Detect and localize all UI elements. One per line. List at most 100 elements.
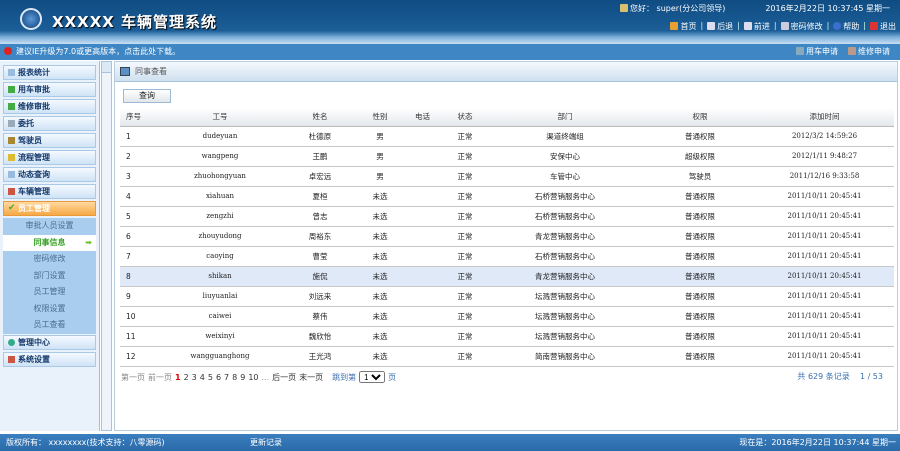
next-page-link[interactable]: 后一页 — [272, 372, 296, 383]
menu-vehicle-management[interactable]: 车辆管理 — [3, 184, 96, 199]
edit-table-icon — [120, 67, 130, 76]
column-header: 状态 — [445, 108, 485, 127]
table-row[interactable]: 1 dudeyuan 杜德原男 正常 渠道终端组 普通权限 2012/3/2 14:59:2… — [120, 126, 894, 147]
page-link[interactable]: 7 — [224, 373, 229, 382]
menu-system-settings[interactable]: 系统设置 — [3, 351, 96, 367]
page-link[interactable]: 1 — [175, 373, 181, 382]
prev-page-link[interactable]: 前一页 — [148, 372, 172, 383]
table-cell: 1 — [120, 126, 160, 147]
menu-drivers[interactable]: 驾驶员 — [3, 133, 96, 148]
vehicle-request-link[interactable]: 用车申请 — [796, 44, 838, 60]
page-link[interactable]: 9 — [240, 373, 245, 382]
table-cell: 正常 — [445, 326, 485, 347]
last-page-link[interactable]: 末一页 — [299, 372, 323, 383]
copyright: 版权所有： xxxxxxxx(技术支持：八零源码) — [6, 438, 165, 447]
table-row[interactable]: 11 weixinyi 魏欣怡 未选 正常 坛溅营销服务中心 普通权限 2011/10/11 … — [120, 326, 894, 347]
page-select[interactable]: 1 — [359, 371, 386, 383]
nav-logout[interactable]: 退出 — [870, 21, 896, 32]
table-cell: 未选 — [360, 226, 400, 247]
table-row[interactable]: 7 caoying 曹莹 未选 正常 石桥营销服务中心 普通权限 2011/10/11 20:… — [120, 246, 894, 267]
table-cell: wangguanghong — [160, 346, 280, 367]
table-cell: 石桥营销服务中心 — [485, 186, 645, 207]
table-cell — [400, 306, 445, 327]
table-cell: 正常 — [445, 226, 485, 247]
collapse-button[interactable] — [102, 62, 111, 73]
forward-icon — [743, 22, 752, 30]
query-button[interactable]: 查询 — [123, 89, 171, 103]
header-datetime: 2016年2月22日 10:37:45 星期一 — [765, 4, 890, 13]
page-link[interactable]: 5 — [208, 373, 213, 382]
submenu-colleague-info[interactable]: 同事信息 — [3, 234, 96, 251]
submenu-departments[interactable]: 部门设置 — [3, 268, 96, 285]
table-row[interactable]: 2 wangpeng 王鹏男 正常 安保中心 超级权限 2012/1/11 9:48:27 — [120, 146, 894, 167]
column-header: 电话 — [400, 108, 445, 127]
page-link[interactable]: 3 — [192, 373, 197, 382]
table-cell — [400, 326, 445, 347]
submenu-password[interactable]: 密码修改 — [3, 251, 96, 268]
table-cell: caoying — [160, 246, 280, 267]
table-cell: 2011/12/16 9:33:58 — [755, 166, 894, 187]
table-cell: 普通权限 — [645, 246, 755, 267]
menu-admin-center[interactable]: 管理中心 — [3, 334, 96, 350]
table-cell: 3 — [120, 166, 160, 187]
nav-back[interactable]: 后退 — [707, 21, 733, 32]
car-icon — [796, 47, 804, 55]
table-cell: 7 — [120, 246, 160, 267]
column-header: 性别 — [360, 108, 400, 127]
first-page-link[interactable]: 第一页 — [121, 372, 145, 383]
table-row[interactable]: 3 zhuohongyuan 卓宏远男 正常 车管中心 驾驶员 2011/12/16 9:3… — [120, 166, 894, 187]
table-row[interactable]: 6 zhouyudong 周裕东 未选 正常 青龙营销服务中心 普通权限 2011/10/11… — [120, 226, 894, 247]
menu-staff-management[interactable]: ✔ 员工管理 — [3, 201, 96, 216]
table-row[interactable]: 4 xiahuan 夏桓 未选 正常 石桥营销服务中心 普通权限 2011/10/11 20:… — [120, 186, 894, 207]
notice-bar: 建议IE升级为7.0或更高版本，点击此处下载。 用车申请 维修申请 — [0, 44, 900, 60]
help-icon — [833, 22, 842, 30]
menu-dynamic-query[interactable]: 动态查询 — [3, 167, 96, 182]
nav-home[interactable]: 首页 — [670, 21, 696, 32]
menu-process[interactable]: 流程管理 — [3, 150, 96, 165]
table-row[interactable]: 12 wangguanghong 王光鸿 未选 正常 简南营销服务中心 普通权限 2011/1… — [120, 346, 894, 367]
table-cell — [400, 186, 445, 207]
nav-forward[interactable]: 前进 — [743, 21, 770, 32]
upgrade-notice-link[interactable]: 建议IE升级为7.0或更高版本，点击此处下载。 — [16, 47, 180, 56]
table-cell: 正常 — [445, 206, 485, 227]
table-cell: 未选 — [360, 286, 400, 307]
table-row[interactable]: 8 shikan 施侃 未选 正常 青龙营销服务中心 普通权限 2011/10/11 20:4… — [120, 266, 894, 287]
table-cell: 未选 — [360, 346, 400, 367]
table-cell: 未选 — [360, 246, 400, 267]
page-link[interactable]: 6 — [216, 373, 221, 382]
sidebar-collapse-strip[interactable] — [101, 61, 112, 431]
table-cell: 4 — [120, 186, 160, 207]
nav-change-password[interactable]: 密码修改 — [780, 21, 823, 32]
submenu-staff-view[interactable]: 员工查看 — [3, 317, 96, 334]
page-link[interactable]: 4 — [200, 373, 205, 382]
repair-request-link[interactable]: 维修申请 — [848, 44, 890, 60]
page-link[interactable]: 10 — [248, 373, 258, 382]
changelog-link[interactable]: 更新记录 — [250, 434, 282, 451]
tools-icon — [8, 188, 15, 195]
nav-help[interactable]: 帮助 — [833, 21, 859, 32]
menu-repair-approval[interactable]: 维修审批 — [3, 99, 96, 114]
table-cell: 2011/10/11 20:45:41 — [755, 326, 894, 347]
table-cell: 2011/10/11 20:45:41 — [755, 246, 894, 267]
menu-report-stats[interactable]: 报表统计 — [3, 65, 96, 80]
table-row[interactable]: 5 zengzhi 曾志 未选 正常 石桥营销服务中心 普通权限 2011/10/11 20:… — [120, 206, 894, 227]
home-icon — [670, 22, 679, 30]
table-cell: 刘远来 — [280, 286, 360, 307]
page-link[interactable]: 2 — [184, 373, 189, 382]
submenu-approver-settings[interactable]: 审批人员设置 — [3, 218, 96, 235]
table-cell: 超级权限 — [645, 146, 755, 167]
table-row[interactable]: 9 liuyuanlai 刘远来 未选 正常 坛溅营销服务中心 普通权限 2011/10/11… — [120, 286, 894, 307]
submenu-permissions[interactable]: 权限设置 — [3, 301, 96, 318]
table-cell: 普通权限 — [645, 306, 755, 327]
column-header: 添加时间 — [755, 108, 894, 127]
table-row[interactable]: 10 caiwei 蔡伟 未选 正常 坛溅营销服务中心 普通权限 2011/10/11 20:… — [120, 306, 894, 327]
user-greeting: 您好： super(分公司领导) — [620, 3, 725, 14]
table-cell: 2011/10/11 20:45:41 — [755, 186, 894, 207]
menu-delegate[interactable]: 委托 — [3, 116, 96, 131]
submenu-staff-management[interactable]: 员工管理 — [3, 284, 96, 301]
table-cell: 8 — [120, 266, 160, 287]
menu-vehicle-approval[interactable]: 用车审批 — [3, 82, 96, 97]
top-nav: 首页 | 后退 | 前进 | 密码修改 | 帮助 | 退出 — [670, 21, 896, 32]
table-cell: 12 — [120, 346, 160, 367]
page-link[interactable]: 8 — [232, 373, 237, 382]
